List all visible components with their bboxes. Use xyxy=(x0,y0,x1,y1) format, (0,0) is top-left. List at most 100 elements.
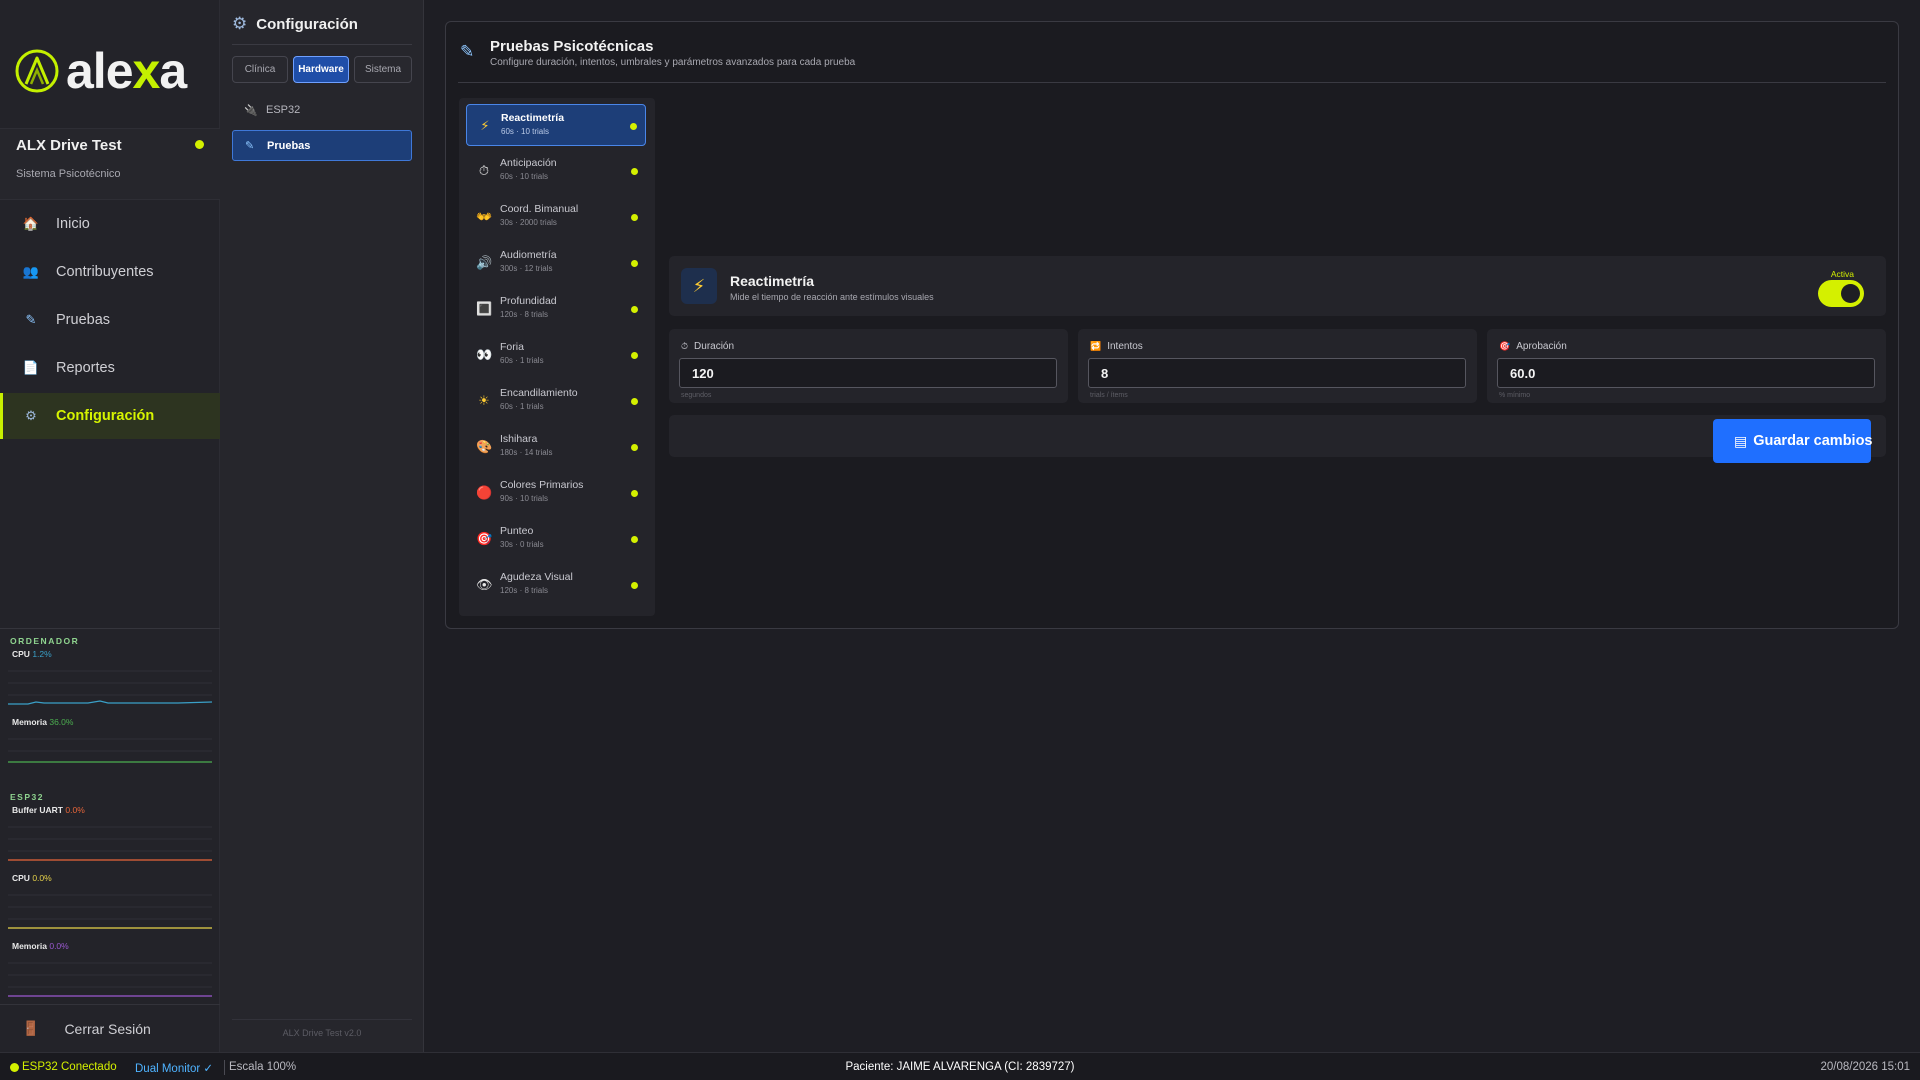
logout-button[interactable]: 🚪 Cerrar Sesión xyxy=(0,1004,220,1052)
test-list: ⚡ Reactimetría 60s · 10 trials ⏱ Anticip… xyxy=(459,98,655,616)
eye-icon: 👁 xyxy=(476,577,493,592)
document-icon: 📄 xyxy=(22,360,40,375)
lightning-icon: ⚡ xyxy=(681,268,717,304)
target-icon: 🎯 xyxy=(476,531,493,546)
status-dot xyxy=(631,306,638,313)
repeat-icon: 🔁 xyxy=(1090,341,1102,351)
test-name: Audiometría xyxy=(500,249,557,261)
logo: alexa xyxy=(14,44,210,98)
test-item-coord-bimanual[interactable]: 👐 Coord. Bimanual 30s · 2000 trials xyxy=(466,196,646,238)
divider xyxy=(232,1019,412,1020)
nav-item-contribuyentes[interactable]: 👥 Contribuyentes xyxy=(0,249,220,295)
test-item-audiometria[interactable]: 🔊 Audiometría 300s · 12 trials xyxy=(466,242,646,284)
memory-readout: Memoria 36.0% xyxy=(12,717,74,727)
connection-status-dot xyxy=(195,140,204,149)
test-meta: 60s · 1 trials xyxy=(500,402,544,411)
test-item-ishihara[interactable]: 🎨 Ishihara 180s · 14 trials xyxy=(466,426,646,468)
page-title: Pruebas Psicotécnicas xyxy=(490,38,654,55)
save-icon: ▤ xyxy=(1734,432,1748,449)
app-subtitle: Sistema Psicotécnico xyxy=(16,168,121,180)
save-bar xyxy=(669,415,1886,457)
uart-graph xyxy=(8,826,212,861)
test-item-anticipacion[interactable]: ⏱ Anticipación 60s · 10 trials xyxy=(466,150,646,192)
page-subtitle: Configure duración, intentos, umbrales y… xyxy=(490,57,856,68)
cpu-readout: CPU 1.2% xyxy=(12,649,52,659)
nav-item-reportes[interactable]: 📄 Reportes xyxy=(0,345,220,391)
gear-icon: ⚙ xyxy=(232,14,248,33)
param-hint: segundos xyxy=(681,392,712,399)
tab-hardware[interactable]: Hardware xyxy=(293,56,349,83)
test-meta: 300s · 12 trials xyxy=(500,264,553,273)
esp-cpu-graph xyxy=(8,894,212,929)
test-name: Punteo xyxy=(500,525,534,537)
test-detail-subtitle: Mide el tiempo de reacción ante estímulo… xyxy=(730,292,934,302)
divider xyxy=(232,44,412,45)
test-item-punteo[interactable]: 🎯 Punteo 30s · 0 trials xyxy=(466,518,646,560)
plug-icon: 🔌 xyxy=(244,104,258,117)
aprobacion-input[interactable] xyxy=(1497,358,1875,388)
param-hint: trials / ítems xyxy=(1090,392,1128,399)
status-bar: ESP32 Conectado Dual Monitor ✓ Escala 10… xyxy=(0,1052,1920,1080)
config-item-esp32[interactable]: 🔌 ESP32 xyxy=(232,95,412,125)
test-name: Profundidad xyxy=(500,295,557,307)
stopwatch-icon: ⏱ xyxy=(478,163,490,178)
active-status-label: Activa xyxy=(1830,269,1854,279)
app-header: ALX Drive Test Sistema Psicotécnico xyxy=(0,128,220,200)
active-toggle[interactable] xyxy=(1818,280,1864,307)
tab-sistema[interactable]: Sistema xyxy=(354,56,412,83)
test-name: Coord. Bimanual xyxy=(500,203,579,215)
test-item-encandilamiento[interactable]: ☀ Encandilamiento 60s · 1 trials xyxy=(466,380,646,422)
status-dot xyxy=(631,398,638,405)
test-item-foria[interactable]: 👀 Foria 60s · 1 trials xyxy=(466,334,646,376)
test-name: Anticipación xyxy=(500,157,557,169)
toggle-knob xyxy=(1841,284,1860,303)
test-meta: 60s · 10 trials xyxy=(501,127,550,136)
param-label: Duración xyxy=(694,341,735,352)
tab-clinica[interactable]: Clínica xyxy=(232,56,288,83)
status-dot xyxy=(631,214,638,221)
config-item-pruebas[interactable]: ✎ Pruebas xyxy=(232,130,412,161)
nav-item-label: Pruebas xyxy=(56,312,111,328)
eyes-icon: 👀 xyxy=(476,347,493,362)
pencil-icon: ✎ xyxy=(245,140,255,152)
monitor-section-esp32: ESP32 xyxy=(10,792,44,802)
users-icon: 👥 xyxy=(22,264,40,279)
test-meta: 180s · 14 trials xyxy=(500,448,553,457)
test-detail-header: ⚡ Reactimetría Mide el tiempo de reacció… xyxy=(669,256,1886,316)
door-icon: 🚪 xyxy=(22,1020,40,1036)
sun-icon: ☀ xyxy=(478,393,490,408)
monitor-section-ordenador: ORDENADOR xyxy=(10,636,80,646)
param-label: Intentos xyxy=(1107,341,1143,352)
status-dot xyxy=(631,260,638,267)
test-item-profundidad[interactable]: 🔳 Profundidad 120s · 8 trials xyxy=(466,288,646,330)
param-label: Aprobación xyxy=(1516,341,1567,352)
pencil-icon: ✎ xyxy=(460,42,475,61)
test-item-reactimetria[interactable]: ⚡ Reactimetría 60s · 10 trials xyxy=(466,104,646,146)
palette-icon: 🎨 xyxy=(476,439,493,454)
duracion-input[interactable] xyxy=(679,358,1057,388)
nav-item-inicio[interactable]: 🏠 Inicio xyxy=(0,201,220,247)
test-meta: 120s · 8 trials xyxy=(500,310,549,319)
test-item-agudeza-visual[interactable]: 👁 Agudeza Visual 120s · 8 trials xyxy=(466,564,646,606)
logout-label: Cerrar Sesión xyxy=(64,1020,151,1037)
esp-memory-readout: Memoria 0.0% xyxy=(12,941,69,951)
speaker-icon: 🔊 xyxy=(476,255,493,270)
gear-icon: ⚙ xyxy=(25,408,37,423)
test-name: Foria xyxy=(500,341,524,353)
config-panel-title: ⚙ Configuración xyxy=(232,14,358,33)
param-aprobacion: 🎯 Aprobación % mínimo xyxy=(1487,329,1886,403)
datetime: 20/08/2026 15:01 xyxy=(1820,1061,1910,1073)
test-meta: 30s · 0 trials xyxy=(500,540,544,549)
memory-graph xyxy=(8,738,212,763)
nav-item-configuracion[interactable]: ⚙ Configuración xyxy=(0,393,220,439)
nav-item-label: Inicio xyxy=(56,216,90,232)
status-dot xyxy=(631,536,638,543)
nav-item-pruebas[interactable]: ✎ Pruebas xyxy=(0,297,220,343)
test-meta: 120s · 8 trials xyxy=(500,586,549,595)
save-button[interactable]: ▤ Guardar cambios xyxy=(1713,419,1873,463)
home-icon: 🏠 xyxy=(22,216,40,231)
system-monitor: ORDENADOR CPU 1.2% Memoria 36.0% ESP32 B… xyxy=(0,628,220,1006)
esp-cpu-readout: CPU 0.0% xyxy=(12,873,52,883)
intentos-input[interactable] xyxy=(1088,358,1466,388)
test-item-colores-primarios[interactable]: 🔴 Colores Primarios 90s · 10 trials xyxy=(466,472,646,514)
